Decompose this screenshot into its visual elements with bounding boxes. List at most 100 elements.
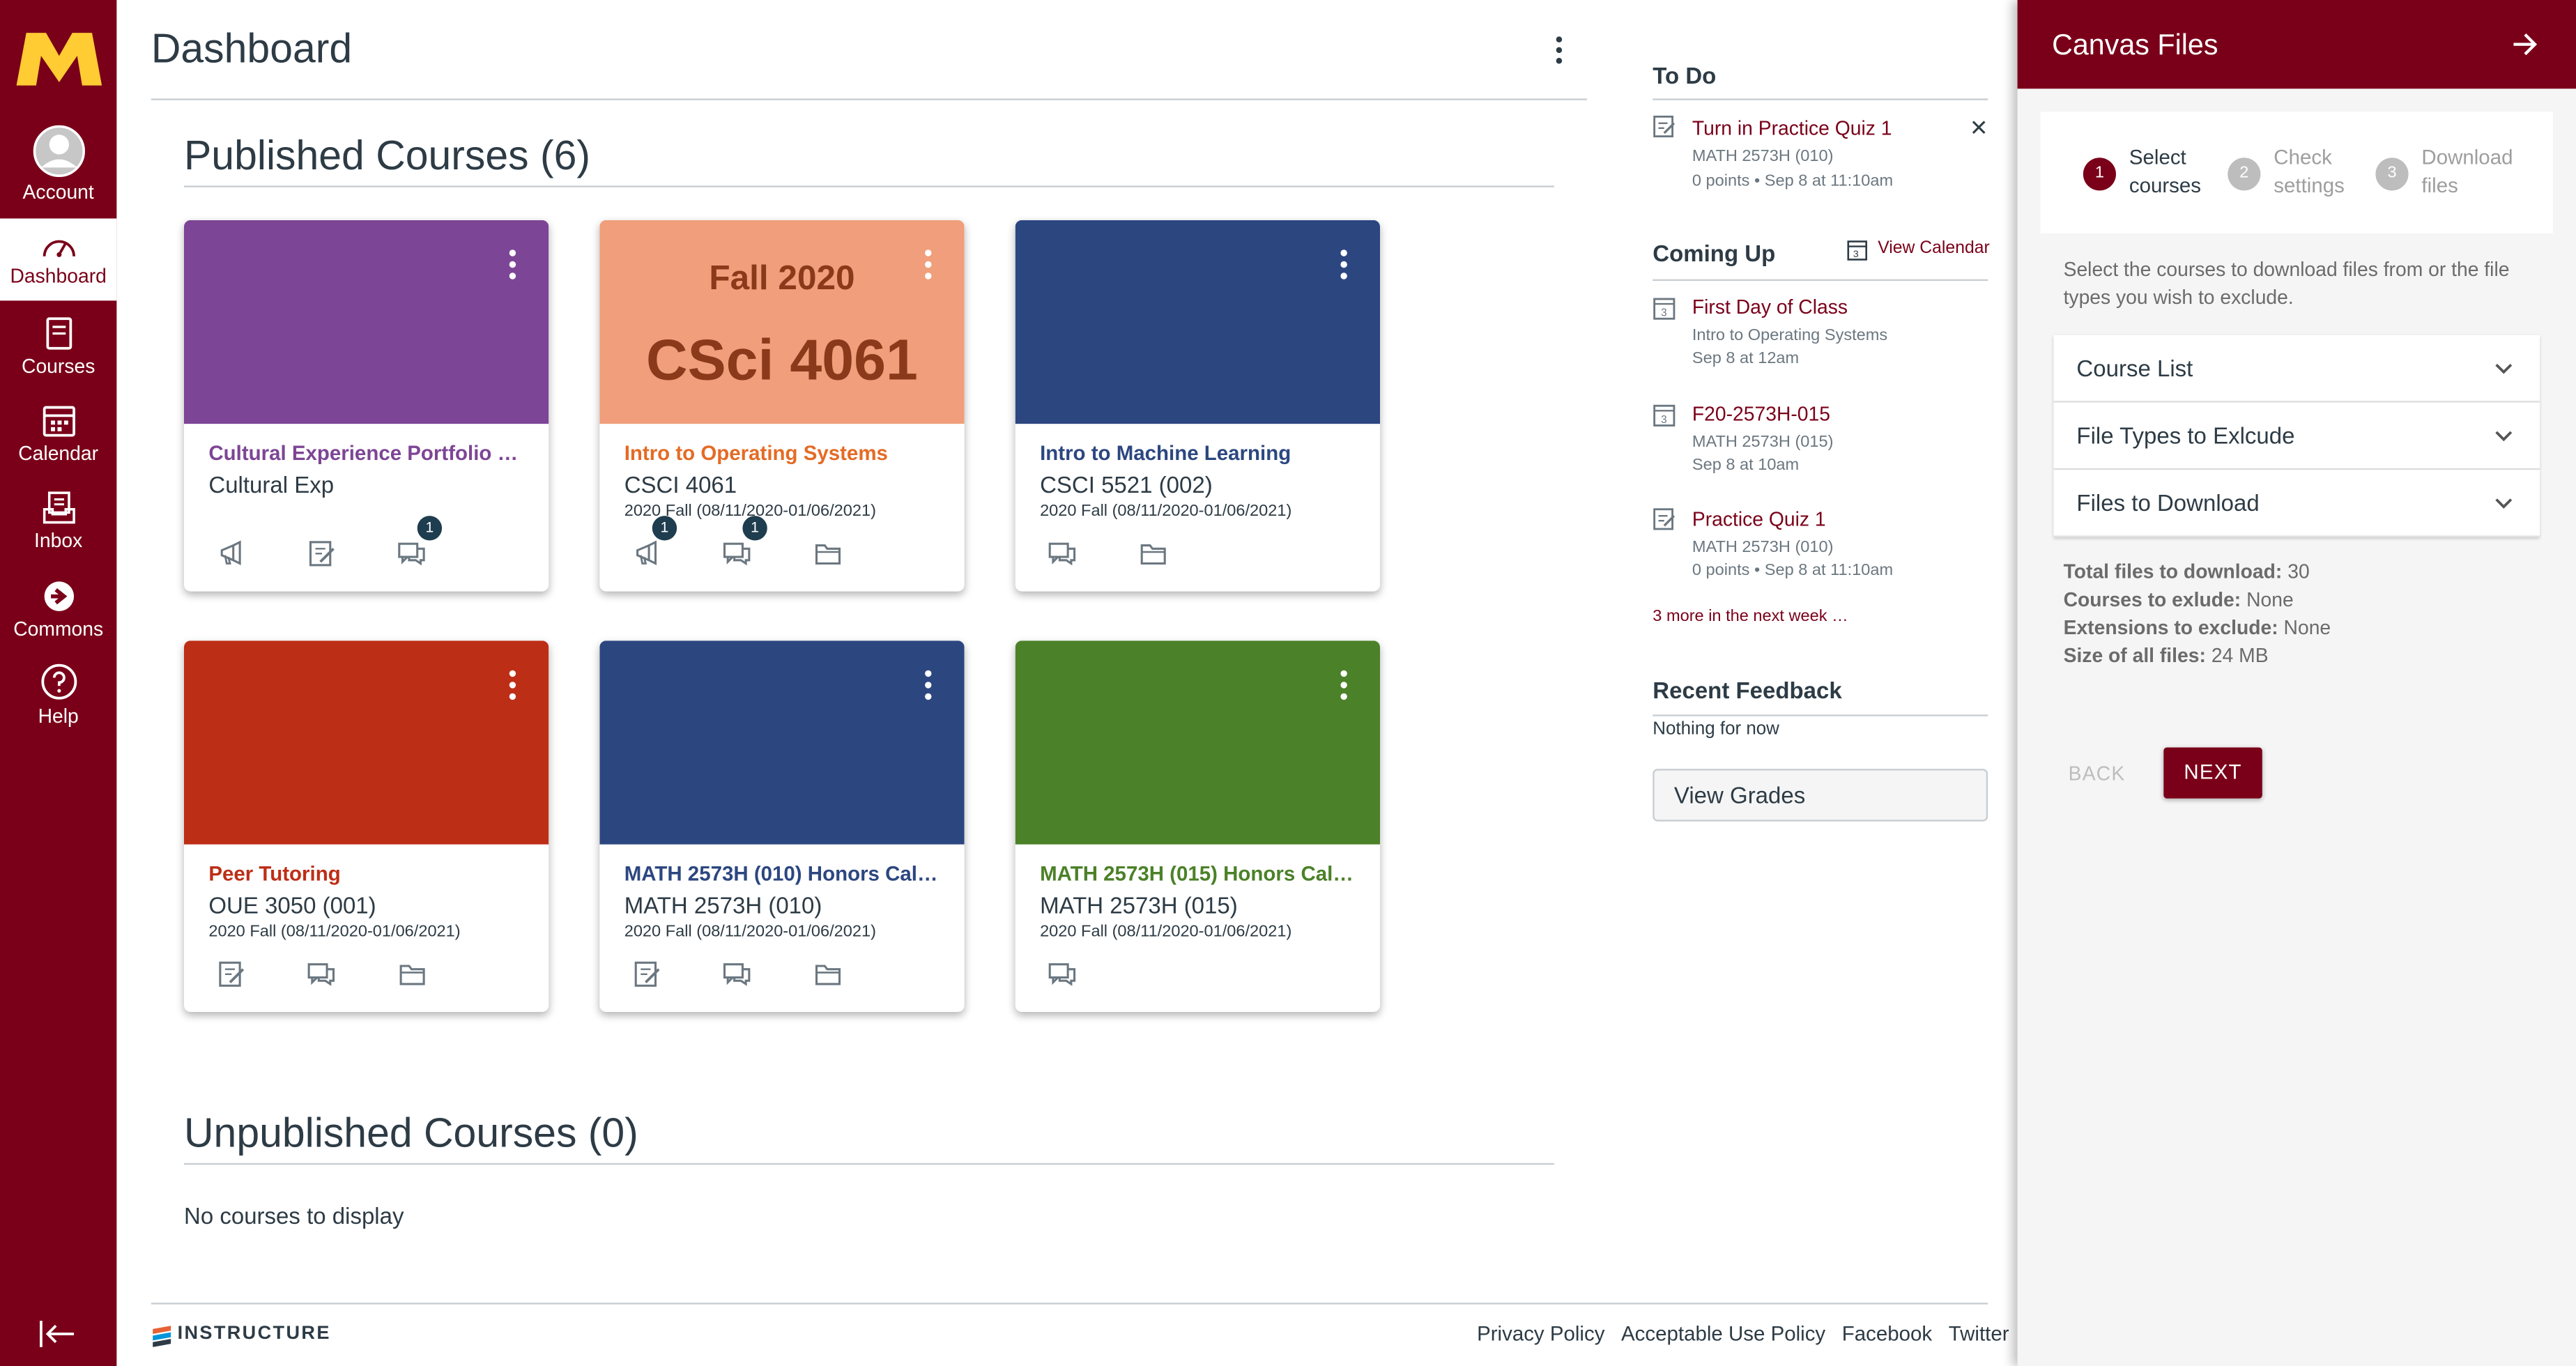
courses-icon (45, 317, 72, 350)
panel-title: Canvas Files (2052, 28, 2218, 61)
course-card-hero[interactable] (599, 640, 965, 845)
footer-links: Privacy Policy Acceptable Use Policy Fac… (1477, 1323, 2009, 1346)
course-card-title[interactable]: Peer Tutoring (208, 863, 529, 886)
footer-link-twitter[interactable]: Twitter (1949, 1323, 2009, 1346)
card-options-kebab-icon[interactable] (925, 670, 932, 700)
course-card-hero[interactable] (184, 220, 549, 424)
course-card[interactable]: Cultural Experience Portfolio NEX... Cult… (184, 220, 549, 592)
card-options-kebab-icon[interactable] (509, 250, 516, 279)
instructure-logo-icon[interactable] (151, 1324, 173, 1356)
course-card-term: 2020 Fall (08/11/2020-01/06/2021) (208, 923, 461, 942)
assignment-icon[interactable] (307, 539, 337, 568)
step-number: 1 (2083, 158, 2116, 191)
unread-badge: 1 (417, 516, 443, 541)
view-calendar-link[interactable]: View Calendar (1878, 238, 1990, 258)
summary-label: Courses to exlude: (2063, 588, 2241, 611)
summary-line: Extensions to exclude: None (2064, 615, 2331, 643)
course-card[interactable]: MATH 2573H (015) Honors Calcul... MATH 25… (1015, 640, 1380, 1012)
step-label: Select courses (2129, 146, 2202, 197)
discussion-icon[interactable]: 1 (397, 516, 443, 568)
folder-icon[interactable] (813, 960, 843, 989)
step-number: 2 (2228, 158, 2261, 191)
todo-heading: To Do (1653, 62, 1717, 89)
nav-courses[interactable]: Courses (0, 312, 116, 398)
todo-divider (1653, 98, 1988, 100)
published-divider (184, 185, 1554, 187)
footer-link-privacy[interactable]: Privacy Policy (1477, 1323, 1604, 1346)
coming-up-item-title[interactable]: Practice Quiz 1 (1692, 507, 1826, 530)
coming-up-item-title[interactable]: First Day of Class (1692, 296, 1848, 319)
collapse-nav-icon[interactable] (38, 1317, 77, 1358)
folder-icon[interactable] (1139, 539, 1168, 568)
card-options-kebab-icon[interactable] (925, 250, 932, 279)
no-feedback-text: Nothing for now (1653, 719, 1779, 739)
course-image-text: Fall 2020 (709, 259, 855, 298)
avatar (32, 125, 84, 177)
nav-inbox[interactable]: Inbox (0, 486, 116, 572)
dashboard-options-kebab-icon[interactable] (1554, 35, 1564, 68)
dismiss-close-icon[interactable] (1972, 114, 1986, 143)
summary-label: Extensions to exclude: (2063, 615, 2278, 639)
nav-calendar[interactable]: Calendar (0, 399, 116, 485)
course-card-hero[interactable] (184, 640, 549, 845)
course-card-code: CSCI 4061 (624, 471, 737, 498)
chevron-down-icon[interactable] (2494, 426, 2513, 445)
assignment-icon[interactable] (217, 960, 246, 989)
nav-help[interactable]: Help (0, 662, 116, 748)
nav-commons[interactable]: Commons (0, 575, 116, 661)
announcement-icon[interactable] (217, 539, 246, 568)
chevron-down-icon[interactable] (2494, 493, 2513, 512)
accordion-file-types-to-exlcude[interactable]: File Types to Exlcude (2053, 402, 2540, 470)
course-card-hero[interactable] (1015, 220, 1380, 424)
course-card-hero[interactable] (1015, 640, 1380, 845)
coming-up-item-title[interactable]: F20-2573H-015 (1692, 403, 1830, 426)
folder-icon[interactable] (397, 960, 427, 989)
course-card-title[interactable]: MATH 2573H (015) Honors Calcul... (1040, 863, 1360, 886)
course-card-title[interactable]: Intro to Operating Systems (624, 442, 945, 465)
course-card[interactable]: Fall 2020 CSci 4061 Intro to Operating Sys… (599, 220, 965, 592)
unread-badge: 1 (742, 516, 767, 541)
accordion-course-list[interactable]: Course List (2053, 335, 2540, 403)
announcement-icon[interactable]: 1 (633, 516, 677, 568)
more-in-week-link[interactable]: 3 more in the next week … (1653, 608, 1848, 626)
discussion-icon[interactable] (1048, 960, 1078, 989)
discussion-icon[interactable] (723, 960, 752, 989)
discussion-icon[interactable] (307, 960, 337, 989)
course-card-title[interactable]: MATH 2573H (010) Honors Calcul... (624, 863, 945, 886)
next-button[interactable]: NEXT (2163, 747, 2262, 799)
folder-icon[interactable] (813, 539, 843, 568)
card-options-kebab-icon[interactable] (1340, 670, 1347, 700)
accordion-files-to-download[interactable]: Files to Download (2053, 470, 2540, 537)
calendar-event-icon: 3 (1653, 296, 1676, 328)
nav-dashboard[interactable]: Dashboard (0, 218, 117, 301)
view-calendar-icon[interactable]: 3 (1846, 238, 1868, 270)
coming-up-item-course: MATH 2573H (015) (1692, 433, 1834, 452)
course-card-hero[interactable]: Fall 2020 CSci 4061 (599, 220, 965, 424)
assignment-icon[interactable] (633, 960, 662, 989)
university-logo-icon[interactable] (13, 26, 105, 89)
svg-text:3: 3 (1661, 414, 1667, 426)
card-options-kebab-icon[interactable] (509, 670, 516, 700)
coming-up-item-date: Sep 8 at 12am (1692, 350, 1800, 368)
summary-value: None (2283, 615, 2331, 639)
todo-item-title[interactable]: Turn in Practice Quiz 1 (1692, 116, 1892, 139)
course-card-title[interactable]: Intro to Machine Learning (1040, 442, 1360, 465)
card-options-kebab-icon[interactable] (1340, 250, 1347, 279)
close-panel-arrow-icon[interactable] (2512, 31, 2538, 66)
back-button[interactable]: BACK (2069, 762, 2126, 785)
calendar-event-icon: 3 (1653, 403, 1676, 436)
course-card[interactable]: Peer Tutoring OUE 3050 (001) 2020 Fall (08… (184, 640, 549, 1012)
discussion-icon[interactable]: 1 (723, 516, 767, 568)
discussion-icon[interactable] (1048, 539, 1078, 568)
footer-link-facebook[interactable]: Facebook (1842, 1323, 1932, 1346)
nav-account[interactable]: Account (0, 125, 116, 213)
footer-link-acceptable-use[interactable]: Acceptable Use Policy (1621, 1323, 1825, 1346)
course-card[interactable]: MATH 2573H (010) Honors Calcul... MATH 25… (599, 640, 965, 1012)
view-grades-button[interactable]: View Grades (1653, 769, 1988, 822)
chevron-down-icon[interactable] (2494, 358, 2513, 378)
step-label: Download files (2421, 146, 2513, 197)
course-card-title[interactable]: Cultural Experience Portfolio NEX... (208, 442, 529, 465)
nav-courses-label: Courses (22, 355, 95, 378)
course-card[interactable]: Intro to Machine Learning CSCI 5521 (002)… (1015, 220, 1380, 592)
nav-commons-label: Commons (13, 617, 104, 641)
